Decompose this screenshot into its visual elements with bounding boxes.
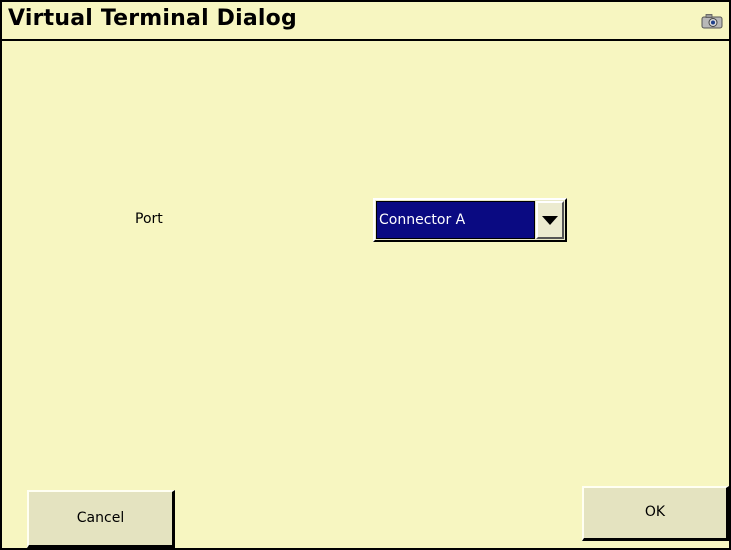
title-bar: Virtual Terminal Dialog <box>2 0 729 41</box>
camera-icon[interactable] <box>701 13 723 29</box>
cancel-button[interactable]: Cancel <box>27 490 175 548</box>
port-select[interactable]: Connector A <box>373 198 567 242</box>
chevron-down-icon <box>542 216 558 225</box>
dialog-title: Virtual Terminal Dialog <box>8 6 297 31</box>
port-select-dropdown-button[interactable] <box>536 201 564 239</box>
port-select-value[interactable]: Connector A <box>376 201 535 239</box>
ok-button[interactable]: OK <box>582 486 729 541</box>
port-label: Port <box>135 211 163 227</box>
virtual-terminal-dialog: Virtual Terminal Dialog Port Connector A… <box>0 0 731 550</box>
